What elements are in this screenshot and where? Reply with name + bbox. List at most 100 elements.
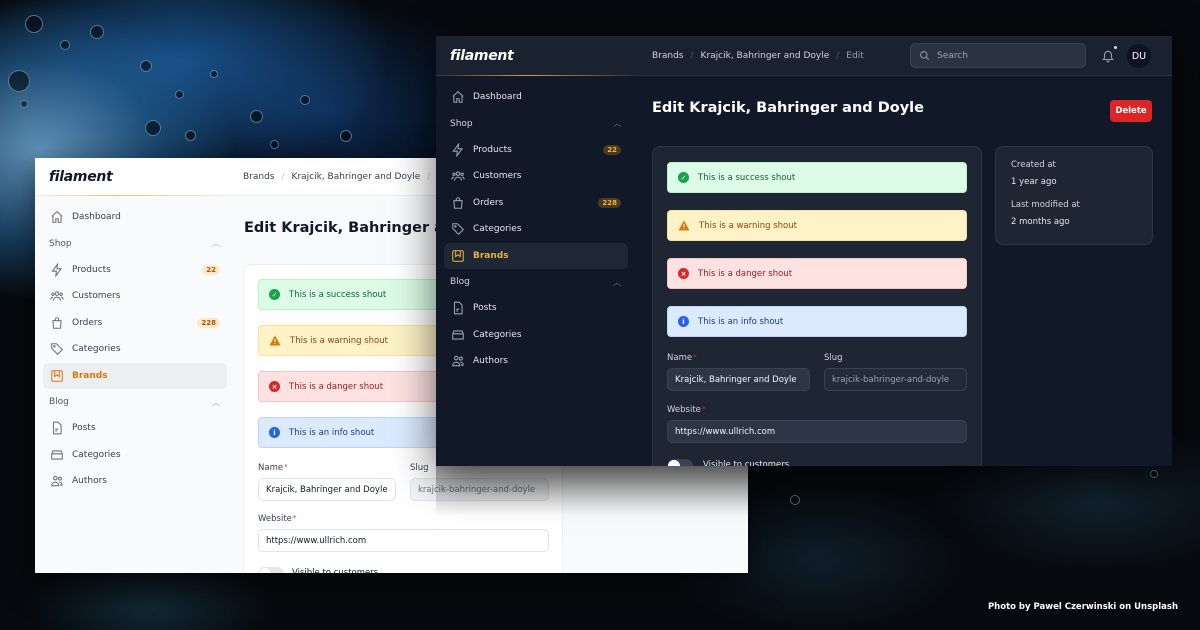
form-card: ✓ This is a success shout This is a warn… [652,146,982,466]
chevron-up-icon[interactable]: ︿ [212,238,220,249]
global-search-input[interactable]: Search [910,43,1086,68]
sidebar-item-dashboard[interactable]: Dashboard [43,204,227,230]
name-label: Name* [667,353,697,363]
sidebar-item-blog-categories[interactable]: Categories [43,442,227,468]
breadcrumb-separator: / [836,50,840,61]
x-circle-icon: × [269,381,280,392]
shout-text: This is a success shout [698,172,796,183]
count-badge: 22 [202,264,220,275]
warning-shout: This is a warning shout [667,210,967,241]
info-circle-icon: i [269,427,280,438]
count-badge: 228 [598,197,621,208]
sidebar-item-customers[interactable]: Customers [43,283,227,309]
sidebar-item-label: Categories [72,449,121,460]
modified-label: Last modified at [1011,200,1080,210]
sidebar: Dashboard Shop ︿ Products 22 Customers O… [35,196,235,573]
document-text-icon [50,421,64,435]
sidebar-item-label: Brands [473,250,509,261]
visible-toggle[interactable] [667,459,693,466]
sidebar-item-posts[interactable]: Posts [43,415,227,441]
breadcrumb-brands[interactable]: Brands [243,172,275,182]
breadcrumb: Brands / Krajcik, Bahringer and Doyle / … [243,172,455,182]
sidebar-group-blog[interactable]: Blog ︿ [43,389,227,415]
sidebar-item-label: Customers [72,291,121,301]
sidebar-item-categories[interactable]: Categories [43,336,227,362]
shopping-bag-icon [50,316,64,330]
breadcrumb-record[interactable]: Krajcik, Bahringer and Doyle [292,172,421,182]
inbox-stack-icon [50,448,64,462]
name-input[interactable]: Krajcik, Bahringer and Doyle [258,478,396,501]
sidebar-item-brands[interactable]: Brands [43,362,227,389]
count-badge: 22 [603,144,621,155]
tag-icon [451,222,465,236]
delete-button[interactable]: Delete [1110,100,1152,122]
website-input[interactable]: https://www.ullrich.com [667,420,967,443]
sidebar-item-authors[interactable]: Authors [444,348,628,374]
slug-label: Slug [824,353,843,363]
toggle-knob [668,460,680,466]
name-input[interactable]: Krajcik, Bahringer and Doyle [667,368,810,391]
sidebar-item-label: Products [473,144,512,155]
sidebar-item-label: Categories [72,344,121,354]
breadcrumb-brands[interactable]: Brands [652,51,684,61]
notifications-button[interactable] [1101,46,1117,63]
sidebar-item-posts[interactable]: Posts [444,295,628,321]
check-circle-icon: ✓ [269,289,280,300]
sidebar-group-blog[interactable]: Blog ︿ [444,269,628,295]
sidebar-group-label: Blog [450,277,470,287]
chevron-up-icon[interactable]: ︿ [613,118,621,129]
users-group-icon [50,289,64,303]
topbar: filament Brands / Krajcik, Bahringer and… [436,36,1172,76]
sidebar-item-orders[interactable]: Orders 228 [444,190,628,216]
bell-icon [1102,50,1114,63]
sidebar-item-products[interactable]: Products 22 [43,257,227,283]
breadcrumb-record[interactable]: Krajcik, Bahringer and Doyle [701,51,830,61]
page-title: Edit Krajcik, Bahringer and Doyle [652,100,924,116]
sidebar-item-brands[interactable]: Brands [444,242,628,269]
bookmark-square-icon [451,249,465,263]
dark-theme-window: filament Brands / Krajcik, Bahringer and… [436,36,1172,466]
sidebar-item-products[interactable]: Products 22 [444,137,628,163]
search-icon [920,51,929,60]
sidebar-item-label: Products [72,264,111,275]
slug-label: Slug [410,463,429,473]
visible-toggle[interactable] [258,567,284,573]
shout-text: This is an info shout [698,316,784,327]
main-content: Edit Krajcik, Bahringer and Doyle Delete… [652,76,1172,466]
sidebar-item-categories[interactable]: Categories [444,216,628,242]
created-label: Created at [1011,160,1056,170]
shopping-bag-icon [451,196,465,210]
user-avatar[interactable]: DU [1127,44,1151,68]
sidebar-group-shop[interactable]: Shop ︿ [43,231,227,257]
sidebar-group-label: Shop [450,118,473,129]
breadcrumb-current: Edit [846,50,864,61]
shout-text: This is a success shout [289,289,387,300]
sidebar-item-label: Authors [72,476,107,486]
home-icon [50,210,64,224]
sidebar-item-customers[interactable]: Customers [444,163,628,189]
sidebar-item-authors[interactable]: Authors [43,468,227,494]
chevron-up-icon[interactable]: ︿ [613,277,621,288]
website-input[interactable]: https://www.ullrich.com [258,529,549,552]
sidebar-item-label: Dashboard [473,92,522,102]
shout-text: This is a danger shout [698,268,793,279]
count-badge: 228 [197,317,220,328]
sidebar-item-label: Brands [72,370,108,381]
breadcrumb-separator: / [690,50,694,61]
sidebar-item-dashboard[interactable]: Dashboard [444,84,628,110]
chevron-up-icon[interactable]: ︿ [212,397,220,408]
photo-credit: Photo by Pawel Czerwinski on Unsplash [987,602,1178,612]
modified-value: 2 months ago [1011,217,1070,227]
check-circle-icon: ✓ [678,172,689,183]
x-circle-icon: × [678,268,689,279]
warning-triangle-icon [678,220,690,231]
window-shadow [436,466,748,516]
info-shout: i This is an info shout [667,306,967,337]
sidebar-item-blog-categories[interactable]: Categories [444,322,628,348]
bookmark-square-icon [50,369,64,383]
sidebar-item-orders[interactable]: Orders 228 [43,310,227,336]
sidebar-group-shop[interactable]: Shop ︿ [444,111,628,137]
slug-input[interactable]: krajcik-bahringer-and-doyle [824,368,967,391]
bolt-icon [451,142,465,157]
inbox-stack-icon [451,328,465,342]
